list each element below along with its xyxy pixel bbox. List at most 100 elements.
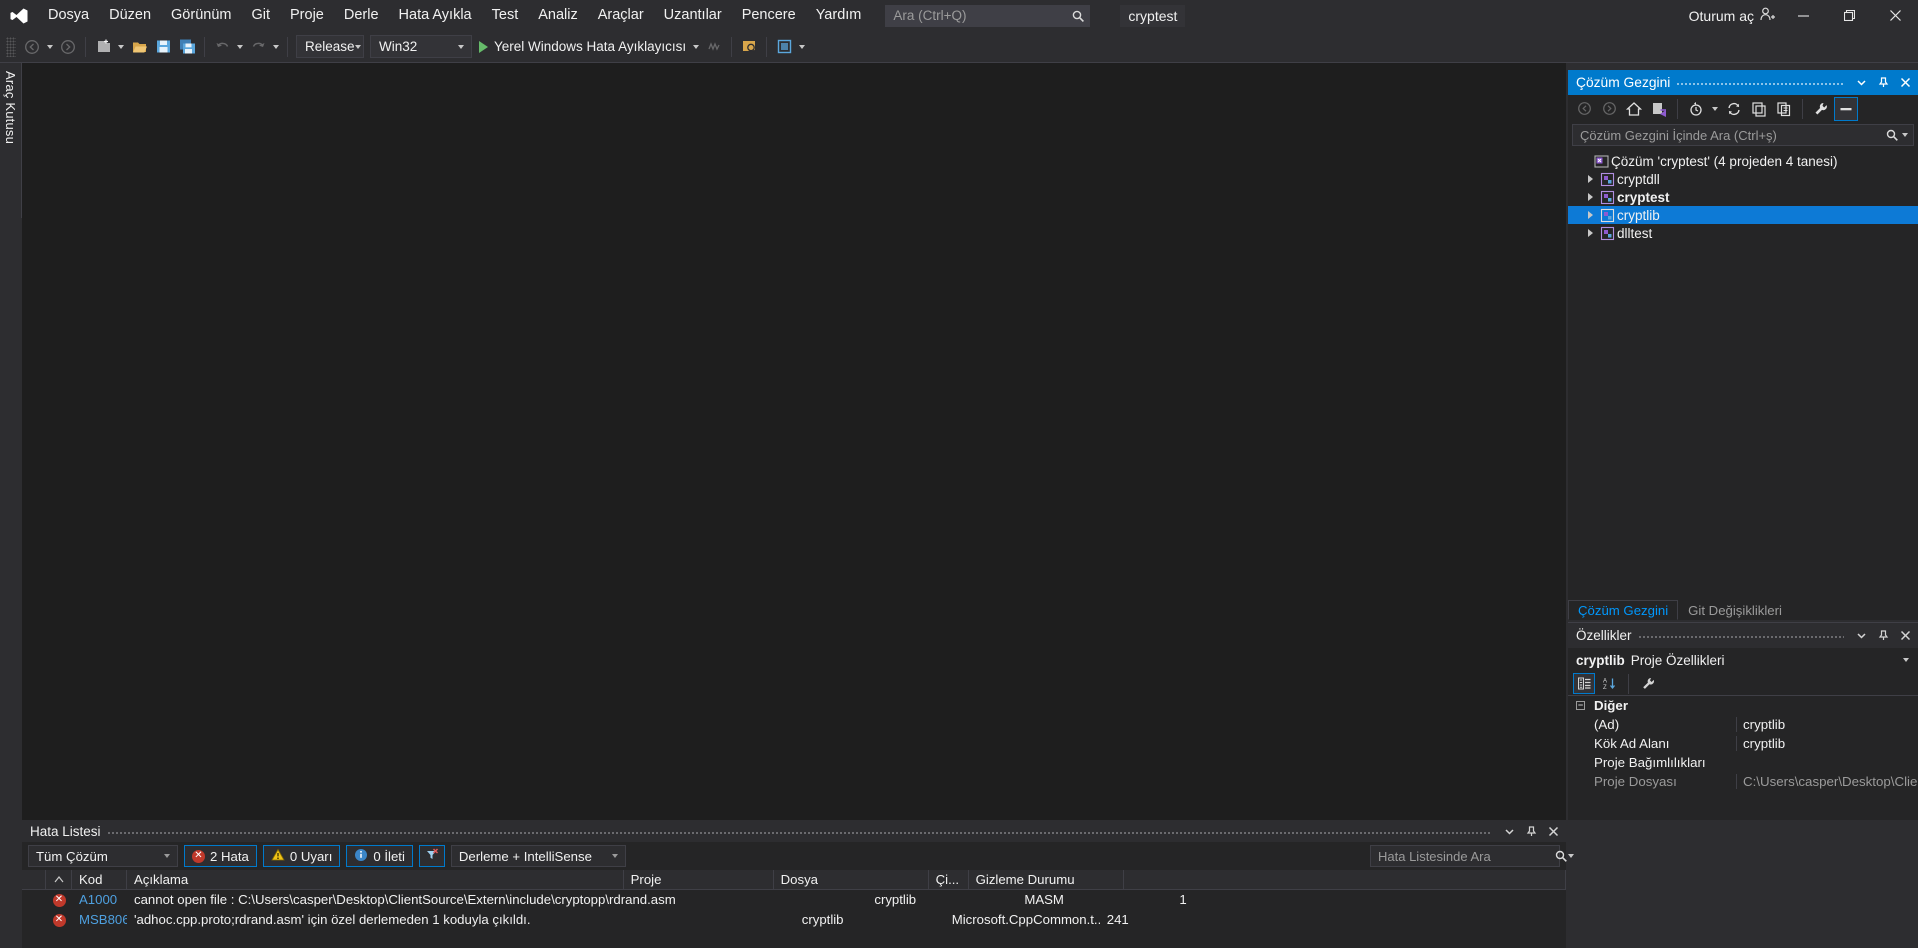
refresh-icon[interactable] xyxy=(1722,97,1746,121)
menu-item-araclar[interactable]: Araçlar xyxy=(588,0,654,31)
back-icon[interactable] xyxy=(1572,97,1596,121)
clear-filter-button[interactable] xyxy=(418,845,445,867)
live-visual-tree-icon[interactable] xyxy=(772,35,796,59)
row-code[interactable]: MSB8066 xyxy=(72,910,127,930)
toolbar-grip[interactable] xyxy=(6,36,16,57)
sync-with-active-document-icon[interactable] xyxy=(1647,97,1671,121)
solution-explorer-search-input[interactable] xyxy=(1580,127,1885,143)
solution-project-cryptlib[interactable]: cryptlib xyxy=(1568,206,1918,224)
redo-dropdown-icon[interactable] xyxy=(270,35,282,59)
property-category-row[interactable]: − Diğer xyxy=(1568,696,1918,715)
column-header-severity[interactable] xyxy=(46,869,72,890)
collapse-toggle-icon[interactable]: − xyxy=(1576,701,1585,710)
search-options-dropdown-icon[interactable] xyxy=(1899,123,1911,147)
error-list-row[interactable]: ✕ A1000 cannot open file : C:\Users\casp… xyxy=(22,890,1566,910)
menu-item-gorunum[interactable]: Görünüm xyxy=(161,0,241,31)
chevron-right-icon[interactable] xyxy=(1582,229,1598,237)
menu-item-proje[interactable]: Proje xyxy=(280,0,334,31)
property-row[interactable]: (Ad) cryptlib xyxy=(1568,715,1918,734)
property-value[interactable]: cryptlib xyxy=(1736,736,1918,751)
solution-explorer-search[interactable] xyxy=(1572,124,1914,146)
start-debug-button[interactable]: Yerel Windows Hata Ayıklayıcısı xyxy=(475,35,690,59)
save-icon[interactable] xyxy=(151,35,175,59)
solution-tree[interactable]: Çözüm 'cryptest' (4 projeden 4 tanesi) c… xyxy=(1568,149,1918,600)
solution-project-cryptdll[interactable]: cryptdll xyxy=(1568,170,1918,188)
new-project-icon[interactable] xyxy=(91,35,115,59)
pin-icon[interactable] xyxy=(1520,820,1542,842)
new-project-dropdown-icon[interactable] xyxy=(115,35,127,59)
messages-toggle-button[interactable]: 0 İleti xyxy=(346,845,413,867)
warnings-toggle-button[interactable]: 0 Uyarı xyxy=(262,845,341,867)
menu-item-derle[interactable]: Derle xyxy=(334,0,389,31)
chevron-right-icon[interactable] xyxy=(1582,193,1598,201)
properties-grid[interactable]: − Diğer (Ad) cryptlib Kök Ad Alanı crypt… xyxy=(1568,696,1918,820)
menu-item-yardim[interactable]: Yardım xyxy=(806,0,872,31)
tab-git-changes[interactable]: Git Değişiklikleri xyxy=(1678,600,1792,620)
column-header-project[interactable]: Proje xyxy=(624,869,774,890)
solution-configuration-combo[interactable]: Release xyxy=(296,35,364,58)
window-close-button[interactable] xyxy=(1872,0,1918,31)
chevron-down-icon[interactable] xyxy=(1898,658,1914,662)
menu-item-duzen[interactable]: Düzen xyxy=(99,0,161,31)
menu-item-git[interactable]: Git xyxy=(241,0,280,31)
menu-item-pencere[interactable]: Pencere xyxy=(732,0,806,31)
navigate-back-icon[interactable] xyxy=(20,35,44,59)
save-all-icon[interactable] xyxy=(175,35,199,59)
main-menu[interactable]: Dosya Düzen Görünüm Git Proje Derle Hata… xyxy=(38,0,871,31)
menu-item-test[interactable]: Test xyxy=(482,0,529,31)
chevron-down-icon[interactable] xyxy=(1850,625,1872,647)
chevron-down-icon[interactable] xyxy=(1850,72,1872,94)
errors-toggle-button[interactable]: ✕ 2 Hata xyxy=(184,845,257,867)
column-header-suppression[interactable]: Gizleme Durumu xyxy=(969,869,1124,890)
toolbar-overflow-icon[interactable] xyxy=(796,35,808,59)
alphabetical-sort-icon[interactable]: AZ xyxy=(1598,673,1620,694)
toolbox-tab[interactable]: Araç Kutusu xyxy=(0,63,22,218)
chevron-right-icon[interactable] xyxy=(1582,211,1598,219)
forward-icon[interactable] xyxy=(1597,97,1621,121)
collapse-all-icon[interactable] xyxy=(1747,97,1771,121)
build-filter-combo[interactable]: Derleme + IntelliSense xyxy=(450,845,626,867)
tab-solution-explorer[interactable]: Çözüm Gezgini xyxy=(1568,600,1679,620)
undo-icon[interactable] xyxy=(210,35,234,59)
preview-selected-items-icon[interactable] xyxy=(1834,96,1858,121)
error-list-table[interactable]: Kod Açıklama Proje Dosya Çi... Gizleme D… xyxy=(22,869,1567,948)
menu-item-dosya[interactable]: Dosya xyxy=(38,0,99,31)
chevron-right-icon[interactable] xyxy=(1582,175,1598,183)
solution-root-node[interactable]: Çözüm 'cryptest' (4 projeden 4 tanesi) xyxy=(1568,152,1918,170)
column-header-code[interactable]: Kod xyxy=(72,869,127,890)
error-list-row[interactable]: ✕ MSB8066 'adhoc.cpp.proto;rdrand.asm' i… xyxy=(22,910,1566,930)
solution-project-cryptest[interactable]: cryptest xyxy=(1568,188,1918,206)
search-options-dropdown-icon[interactable] xyxy=(1568,844,1574,868)
categorized-icon[interactable] xyxy=(1573,673,1595,694)
navigate-forward-icon[interactable] xyxy=(56,35,80,59)
window-restore-button[interactable] xyxy=(1826,0,1872,31)
pending-changes-filter-icon[interactable] xyxy=(1684,97,1708,121)
pin-icon[interactable] xyxy=(1872,72,1894,94)
select-element-icon[interactable] xyxy=(737,35,761,59)
property-row[interactable]: Proje Bağımlılıkları xyxy=(1568,753,1918,772)
close-icon[interactable] xyxy=(1894,625,1916,647)
attach-process-icon[interactable] xyxy=(702,35,726,59)
undo-dropdown-icon[interactable] xyxy=(234,35,246,59)
row-code[interactable]: A1000 xyxy=(72,890,127,910)
property-value[interactable]: cryptlib xyxy=(1736,717,1918,732)
column-header-gutter[interactable] xyxy=(22,869,46,890)
column-header-line[interactable]: Çi... xyxy=(929,869,969,890)
quick-launch-search[interactable] xyxy=(885,4,1091,27)
redo-icon[interactable] xyxy=(246,35,270,59)
quick-launch-input[interactable] xyxy=(893,8,1072,23)
column-header-description[interactable]: Açıklama xyxy=(127,869,624,890)
property-pages-icon[interactable] xyxy=(1637,673,1659,694)
properties-icon[interactable] xyxy=(1809,97,1833,121)
error-list-search[interactable] xyxy=(1370,845,1567,867)
solution-platform-combo[interactable]: Win32 xyxy=(370,35,472,58)
properties-object-selector[interactable]: cryptlib Proje Özellikleri xyxy=(1568,648,1918,672)
start-debug-dropdown-icon[interactable] xyxy=(690,35,702,59)
chevron-down-icon[interactable] xyxy=(1498,820,1520,842)
home-icon[interactable] xyxy=(1622,97,1646,121)
property-row[interactable]: Proje Dosyası C:\Users\casper\Desktop\Cl… xyxy=(1568,772,1918,791)
sign-in-button[interactable]: Oturum aç xyxy=(1685,6,1780,26)
error-list-search-input[interactable] xyxy=(1378,848,1554,864)
close-icon[interactable] xyxy=(1894,72,1916,94)
menu-item-uzantilar[interactable]: Uzantılar xyxy=(654,0,732,31)
